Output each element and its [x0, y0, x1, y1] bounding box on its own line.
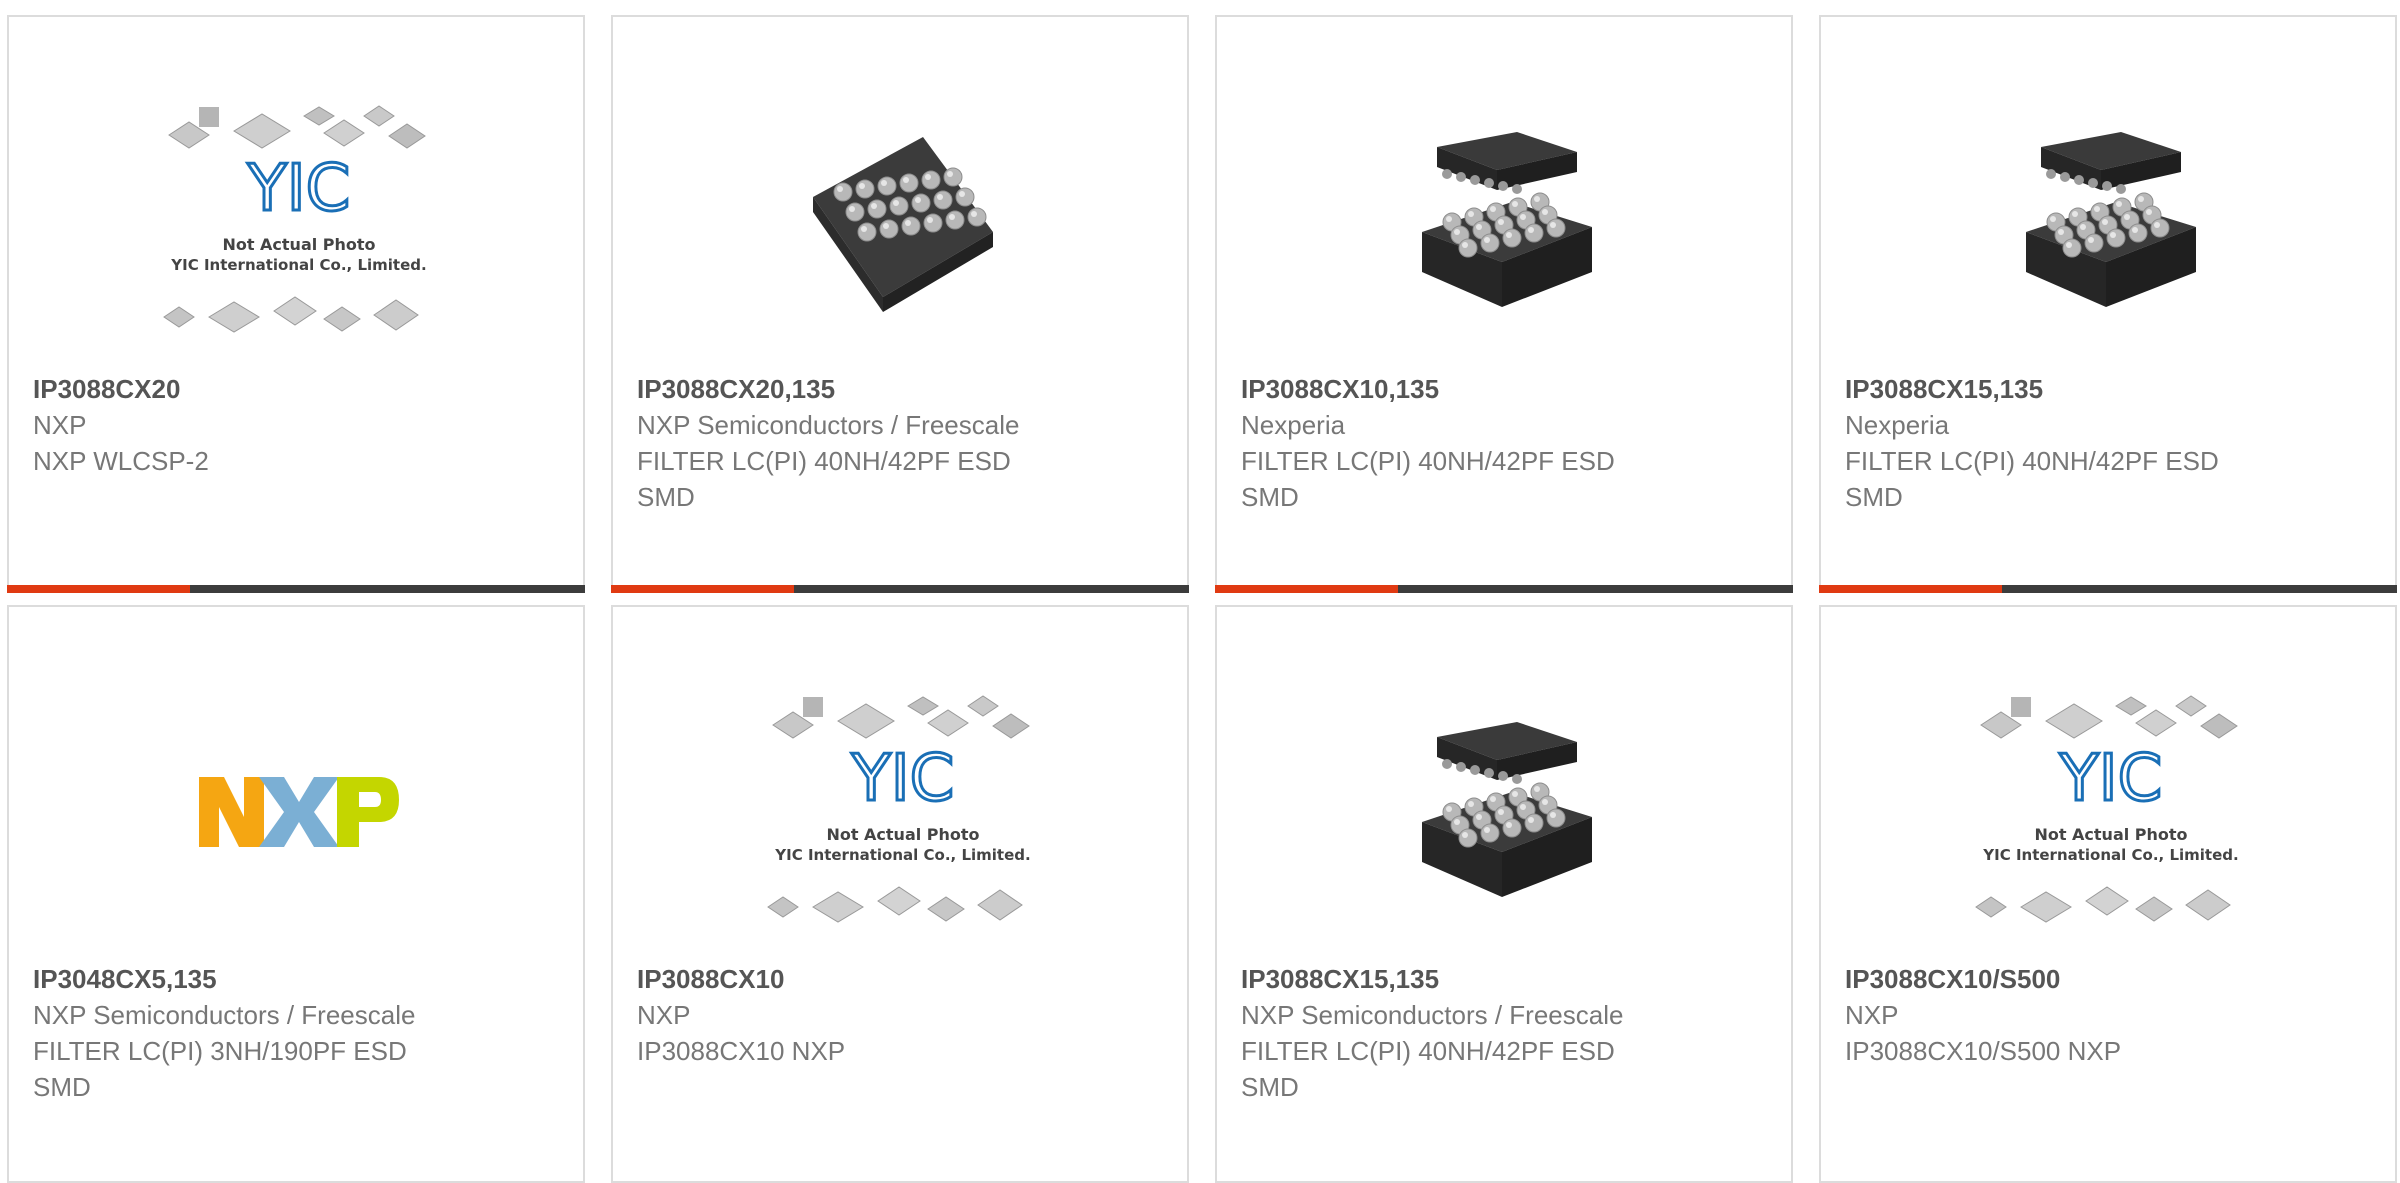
product-image-graphic: YIC Not Actual Photo YIC International Co.… — [163, 105, 427, 333]
part-number-link[interactable]: IP3088CX20 — [33, 371, 559, 407]
product-image-graphic — [199, 777, 399, 847]
product-image[interactable] — [109, 677, 489, 947]
product-image-graphic: YIC Not Actual Photo YIC International Co.… — [767, 695, 1031, 923]
card-accent-bar — [1819, 585, 2397, 593]
product-image[interactable]: YIC Not Actual Photo YIC International Co.… — [109, 87, 489, 357]
part-number-link[interactable]: IP3088CX15,135 — [1241, 961, 1767, 997]
product-description: FILTER LC(PI) 40NH/42PF ESD SMD — [1241, 446, 1615, 512]
product-image-graphic — [1422, 722, 1592, 897]
manufacturer-name: NXP Semiconductors / Freescale — [637, 410, 1020, 440]
manufacturer-name: NXP — [1845, 1000, 1899, 1030]
product-card[interactable]: IP3088CX10,135 Nexperia FILTER LC(PI) 40NH… — [1215, 15, 1793, 593]
product-info: IP3088CX10/S500 NXP IP3088CX10/S500 NXP — [1845, 961, 2371, 1069]
not-actual-photo-label: Not Actual Photo — [222, 235, 375, 254]
yic-logo: YIC — [851, 742, 955, 816]
company-label: YIC International Co., Limited. — [170, 256, 426, 274]
manufacturer-name: NXP — [33, 410, 87, 440]
product-card[interactable]: IP3088CX15,135 Nexperia FILTER LC(PI) 40NH… — [1819, 15, 2397, 593]
product-description: FILTER LC(PI) 40NH/42PF ESD SMD — [1845, 446, 2219, 512]
product-card[interactable]: YIC Not Actual Photo YIC International Co.… — [7, 15, 585, 593]
bar-accent-segment — [1819, 585, 2002, 593]
manufacturer-name: NXP Semiconductors / Freescale — [33, 1000, 416, 1030]
product-info: IP3088CX20 NXP NXP WLCSP-2 — [33, 371, 559, 479]
product-description: IP3088CX10/S500 NXP — [1845, 1036, 2122, 1066]
product-description: NXP WLCSP-2 — [33, 446, 209, 476]
product-description: FILTER LC(PI) 3NH/190PF ESD SMD — [33, 1036, 407, 1102]
yic-logo: YIC — [247, 152, 351, 226]
product-image-graphic — [1422, 132, 1592, 307]
not-actual-photo-label: Not Actual Photo — [826, 825, 979, 844]
bar-accent-segment — [7, 585, 190, 593]
product-info: IP3088CX15,135 Nexperia FILTER LC(PI) 40NH… — [1845, 371, 2371, 515]
product-image[interactable] — [1317, 677, 1697, 947]
part-number-link[interactable]: IP3088CX20,135 — [637, 371, 1163, 407]
product-info: IP3088CX15,135 NXP Semiconductors / Frees… — [1241, 961, 1767, 1105]
bar-dark-segment — [2002, 585, 2397, 593]
part-number-link[interactable]: IP3088CX10,135 — [1241, 371, 1767, 407]
card-accent-bar — [7, 585, 585, 593]
company-label: YIC International Co., Limited. — [1982, 846, 2238, 864]
product-image-graphic — [813, 137, 993, 312]
product-card[interactable]: IP3088CX15,135 NXP Semiconductors / Frees… — [1215, 605, 1793, 1183]
bga-chip-pair-image — [1422, 132, 1592, 307]
product-card[interactable]: IP3088CX20,135 NXP Semiconductors / Frees… — [611, 15, 1189, 593]
manufacturer-name: NXP Semiconductors / Freescale — [1241, 1000, 1624, 1030]
product-image-graphic: YIC Not Actual Photo YIC International Co.… — [1975, 695, 2239, 923]
product-info: IP3048CX5,135 NXP Semiconductors / Freesc… — [33, 961, 559, 1105]
product-description: IP3088CX10 NXP — [637, 1036, 846, 1066]
bga-chip-pair-image — [1422, 722, 1592, 897]
bar-dark-segment — [1398, 585, 1793, 593]
product-image-graphic — [2026, 132, 2196, 307]
part-number-link[interactable]: IP3088CX15,135 — [1845, 371, 2371, 407]
part-number-link[interactable]: IP3088CX10/S500 — [1845, 961, 2371, 997]
product-image[interactable] — [1921, 87, 2301, 357]
product-card[interactable]: YIC Not Actual Photo YIC International Co.… — [611, 605, 1189, 1183]
nxp-logo — [199, 777, 399, 847]
product-image[interactable] — [1317, 87, 1697, 357]
bga-chip-pair-image — [2026, 132, 2196, 307]
product-info: IP3088CX10,135 Nexperia FILTER LC(PI) 40NH… — [1241, 371, 1767, 515]
manufacturer-name: NXP — [637, 1000, 691, 1030]
product-description: FILTER LC(PI) 40NH/42PF ESD SMD — [1241, 1036, 1615, 1102]
part-number-link[interactable]: IP3088CX10 — [637, 961, 1163, 997]
bar-accent-segment — [1215, 585, 1398, 593]
manufacturer-name: Nexperia — [1241, 410, 1346, 440]
product-image[interactable]: YIC Not Actual Photo YIC International Co.… — [713, 677, 1093, 947]
card-accent-bar — [611, 585, 1189, 593]
product-image[interactable]: YIC Not Actual Photo YIC International Co.… — [1921, 677, 2301, 947]
not-actual-photo-label: Not Actual Photo — [2034, 825, 2187, 844]
product-info: IP3088CX20,135 NXP Semiconductors / Frees… — [637, 371, 1163, 515]
company-label: YIC International Co., Limited. — [774, 846, 1030, 864]
product-description: FILTER LC(PI) 40NH/42PF ESD SMD — [637, 446, 1011, 512]
product-image[interactable] — [713, 87, 1093, 357]
product-info: IP3088CX10 NXP IP3088CX10 NXP — [637, 961, 1163, 1069]
bar-accent-segment — [611, 585, 794, 593]
card-accent-bar — [1215, 585, 1793, 593]
product-card[interactable]: YIC Not Actual Photo YIC International Co.… — [1819, 605, 2397, 1183]
bar-dark-segment — [190, 585, 585, 593]
yic-logo: YIC — [2059, 742, 2163, 816]
part-number-link[interactable]: IP3048CX5,135 — [33, 961, 559, 997]
bga-chip-image — [813, 137, 993, 312]
manufacturer-name: Nexperia — [1845, 410, 1950, 440]
bar-dark-segment — [794, 585, 1189, 593]
product-card[interactable]: IP3048CX5,135 NXP Semiconductors / Freesc… — [7, 605, 585, 1183]
